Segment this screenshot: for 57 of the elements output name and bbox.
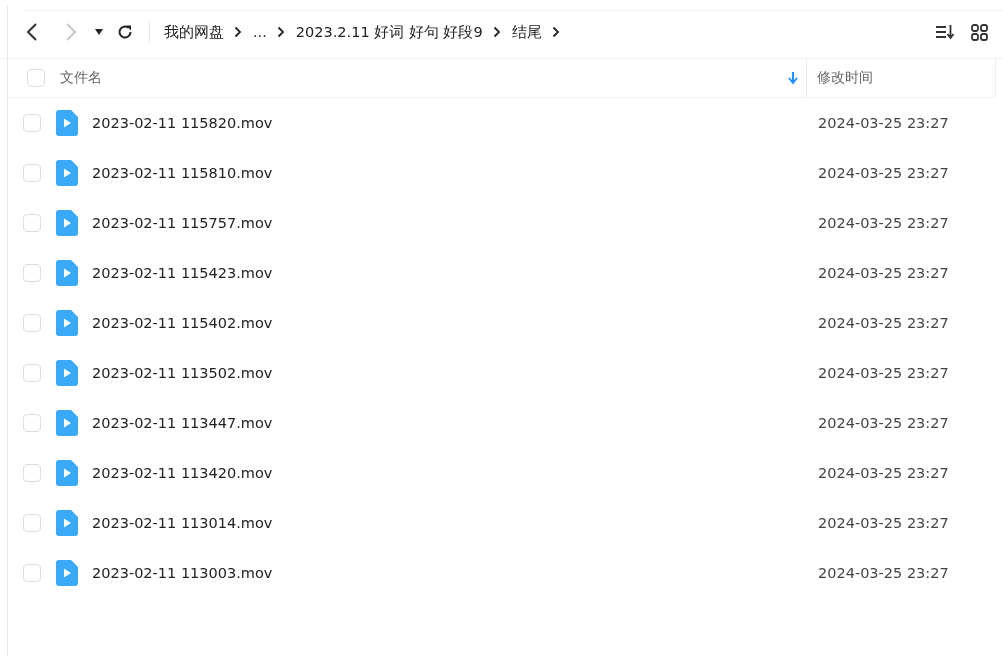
modified-time: 2024-03-25 23:27	[817, 465, 949, 481]
video-file-icon	[56, 410, 78, 436]
modified-time: 2024-03-25 23:27	[817, 365, 949, 381]
sort-list-icon[interactable]	[935, 24, 955, 40]
checkbox[interactable]	[23, 114, 41, 132]
video-file-icon	[56, 310, 78, 336]
breadcrumb-item[interactable]: 2023.2.11 好词 好句 好段9	[295, 22, 483, 42]
checkbox[interactable]	[23, 214, 41, 232]
breadcrumb-item[interactable]: 结尾	[511, 22, 542, 42]
file-name[interactable]: 2023-02-11 113420.mov	[92, 465, 273, 481]
modified-time: 2024-03-25 23:27	[817, 215, 949, 231]
modified-time: 2024-03-25 23:27	[817, 115, 949, 131]
video-file-icon	[56, 360, 78, 386]
file-name[interactable]: 2023-02-11 115402.mov	[92, 315, 273, 331]
breadcrumb-item[interactable]: ...	[253, 24, 267, 40]
modified-time: 2024-03-25 23:27	[817, 515, 949, 531]
checkbox[interactable]	[23, 314, 41, 332]
file-name[interactable]: 2023-02-11 113014.mov	[92, 515, 273, 531]
chevron-right-icon	[551, 26, 560, 38]
file-name[interactable]: 2023-02-11 113447.mov	[92, 415, 273, 431]
checkbox[interactable]	[23, 264, 41, 282]
modified-time: 2024-03-25 23:27	[817, 415, 949, 431]
column-header[interactable]: 修改时间	[817, 59, 995, 97]
modified-time: 2024-03-25 23:27	[817, 565, 949, 581]
video-file-icon	[56, 510, 78, 536]
refresh-icon[interactable]	[117, 24, 133, 40]
file-name[interactable]: 2023-02-11 115810.mov	[92, 165, 273, 181]
checkbox[interactable]	[23, 164, 41, 182]
video-file-icon	[56, 110, 78, 136]
video-file-icon	[56, 260, 78, 286]
modified-time: 2024-03-25 23:27	[817, 165, 949, 181]
modified-time: 2024-03-25 23:27	[817, 265, 949, 281]
breadcrumb-item[interactable]: 我的网盘	[164, 22, 224, 42]
video-file-icon	[56, 210, 78, 236]
checkbox[interactable]	[23, 364, 41, 382]
dropdown-caret-icon[interactable]	[95, 29, 103, 35]
checkbox[interactable]	[23, 514, 41, 532]
back-button[interactable]	[26, 22, 38, 42]
grid-view-icon[interactable]	[971, 23, 988, 41]
checkbox[interactable]	[23, 564, 41, 582]
video-file-icon	[56, 460, 78, 486]
chevron-right-icon	[276, 26, 285, 38]
checkbox[interactable]	[23, 414, 41, 432]
chevron-right-icon	[492, 26, 501, 38]
file-name[interactable]: 2023-02-11 113502.mov	[92, 365, 273, 381]
column-header[interactable]: 文件名	[60, 59, 806, 97]
file-name[interactable]: 2023-02-11 115820.mov	[92, 115, 273, 131]
video-file-icon	[56, 160, 78, 186]
file-name[interactable]: 2023-02-11 115423.mov	[92, 265, 273, 281]
sort-down-icon[interactable]	[788, 71, 798, 85]
file-name[interactable]: 2023-02-11 115757.mov	[92, 215, 273, 231]
checkbox[interactable]	[23, 464, 41, 482]
modified-time: 2024-03-25 23:27	[817, 315, 949, 331]
chevron-right-icon	[234, 26, 242, 38]
video-file-icon	[56, 560, 78, 586]
checkbox[interactable]	[27, 69, 45, 87]
file-name[interactable]: 2023-02-11 113003.mov	[92, 565, 273, 581]
